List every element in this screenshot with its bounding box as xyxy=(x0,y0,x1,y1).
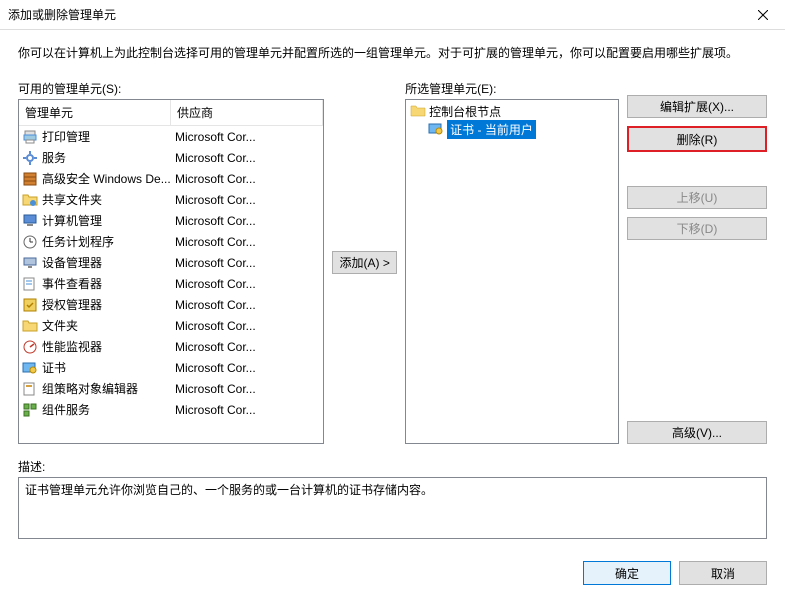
item-vendor: Microsoft Cor... xyxy=(171,340,323,354)
item-vendor: Microsoft Cor... xyxy=(171,130,323,144)
window-title: 添加或删除管理单元 xyxy=(8,6,116,23)
computer-icon xyxy=(22,213,38,229)
printer-icon xyxy=(22,129,38,145)
description-label: 描述: xyxy=(18,458,767,475)
item-name: 性能监视器 xyxy=(42,338,102,355)
item-vendor: Microsoft Cor... xyxy=(171,256,323,270)
item-name: 事件查看器 xyxy=(42,275,102,292)
tree-child[interactable]: 证书 - 当前用户 xyxy=(408,120,616,138)
item-name: 组策略对象编辑器 xyxy=(42,380,138,397)
folder-icon xyxy=(410,103,426,119)
list-item[interactable]: 文件夹 Microsoft Cor... xyxy=(19,315,323,336)
edit-extensions-button[interactable]: 编辑扩展(X)... xyxy=(627,95,767,118)
cancel-button[interactable]: 取消 xyxy=(679,561,767,585)
auth-icon xyxy=(22,297,38,313)
tree-root[interactable]: 控制台根节点 xyxy=(408,102,616,120)
add-button[interactable]: 添加(A) > xyxy=(332,251,397,274)
gear-icon xyxy=(22,150,38,166)
list-item[interactable]: 性能监视器 Microsoft Cor... xyxy=(19,336,323,357)
list-item[interactable]: 打印管理 Microsoft Cor... xyxy=(19,126,323,147)
list-header: 管理单元 供应商 xyxy=(19,100,323,126)
intro-text: 你可以在计算机上为此控制台选择可用的管理单元并配置所选的一组管理单元。对于可扩展… xyxy=(18,44,767,62)
list-item[interactable]: 设备管理器 Microsoft Cor... xyxy=(19,252,323,273)
description-box: 证书管理单元允许你浏览自己的、一个服务的或一台计算机的证书存储内容。 xyxy=(18,477,767,539)
item-name: 服务 xyxy=(42,149,66,166)
move-down-button[interactable]: 下移(D) xyxy=(627,217,767,240)
item-name: 证书 xyxy=(42,359,66,376)
titlebar: 添加或删除管理单元 xyxy=(0,0,785,30)
list-item[interactable]: 授权管理器 Microsoft Cor... xyxy=(19,294,323,315)
item-name: 授权管理器 xyxy=(42,296,102,313)
item-vendor: Microsoft Cor... xyxy=(171,277,323,291)
firewall-icon xyxy=(22,171,38,187)
move-up-button[interactable]: 上移(U) xyxy=(627,186,767,209)
item-vendor: Microsoft Cor... xyxy=(171,172,323,186)
item-name: 文件夹 xyxy=(42,317,78,334)
selected-label: 所选管理单元(E): xyxy=(405,80,619,97)
advanced-button[interactable]: 高级(V)... xyxy=(627,421,767,444)
item-vendor: Microsoft Cor... xyxy=(171,361,323,375)
share-folder-icon xyxy=(22,192,38,208)
item-vendor: Microsoft Cor... xyxy=(171,319,323,333)
event-icon xyxy=(22,276,38,292)
description-text: 证书管理单元允许你浏览自己的、一个服务的或一台计算机的证书存储内容。 xyxy=(25,483,433,497)
item-vendor: Microsoft Cor... xyxy=(171,193,323,207)
available-label: 可用的管理单元(S): xyxy=(18,80,324,97)
tree-child-label: 证书 - 当前用户 xyxy=(447,120,536,139)
item-name: 高级安全 Windows De... xyxy=(42,170,171,187)
cert-icon xyxy=(428,121,444,137)
tree-root-label: 控制台根节点 xyxy=(429,103,501,120)
selected-tree[interactable]: 控制台根节点 证书 - 当前用户 xyxy=(405,99,619,444)
column-vendor[interactable]: 供应商 xyxy=(171,100,323,125)
component-icon xyxy=(22,402,38,418)
item-name: 打印管理 xyxy=(42,128,90,145)
item-vendor: Microsoft Cor... xyxy=(171,151,323,165)
device-icon xyxy=(22,255,38,271)
item-name: 计算机管理 xyxy=(42,212,102,229)
list-item[interactable]: 组策略对象编辑器 Microsoft Cor... xyxy=(19,378,323,399)
item-name: 组件服务 xyxy=(42,401,90,418)
list-item[interactable]: 服务 Microsoft Cor... xyxy=(19,147,323,168)
perf-icon xyxy=(22,339,38,355)
folder-icon xyxy=(22,318,38,334)
item-vendor: Microsoft Cor... xyxy=(171,214,323,228)
remove-button[interactable]: 删除(R) xyxy=(627,126,767,152)
close-icon xyxy=(758,10,768,20)
gpo-icon xyxy=(22,381,38,397)
ok-button[interactable]: 确定 xyxy=(583,561,671,585)
list-item[interactable]: 计算机管理 Microsoft Cor... xyxy=(19,210,323,231)
close-button[interactable] xyxy=(741,0,785,29)
column-snapin[interactable]: 管理单元 xyxy=(19,100,171,125)
list-item[interactable]: 组件服务 Microsoft Cor... xyxy=(19,399,323,420)
cert-icon xyxy=(22,360,38,376)
item-vendor: Microsoft Cor... xyxy=(171,382,323,396)
list-item[interactable]: 共享文件夹 Microsoft Cor... xyxy=(19,189,323,210)
item-vendor: Microsoft Cor... xyxy=(171,298,323,312)
available-list[interactable]: 管理单元 供应商 打印管理 Microsoft Cor... 服务 Microsoft… xyxy=(18,99,324,444)
item-name: 设备管理器 xyxy=(42,254,102,271)
item-vendor: Microsoft Cor... xyxy=(171,235,323,249)
item-name: 共享文件夹 xyxy=(42,191,102,208)
list-item[interactable]: 高级安全 Windows De...Microsoft Cor... xyxy=(19,168,323,189)
item-vendor: Microsoft Cor... xyxy=(171,403,323,417)
list-item[interactable]: 事件查看器 Microsoft Cor... xyxy=(19,273,323,294)
list-item[interactable]: 证书 Microsoft Cor... xyxy=(19,357,323,378)
item-name: 任务计划程序 xyxy=(42,233,114,250)
clock-icon xyxy=(22,234,38,250)
list-item[interactable]: 任务计划程序 Microsoft Cor... xyxy=(19,231,323,252)
